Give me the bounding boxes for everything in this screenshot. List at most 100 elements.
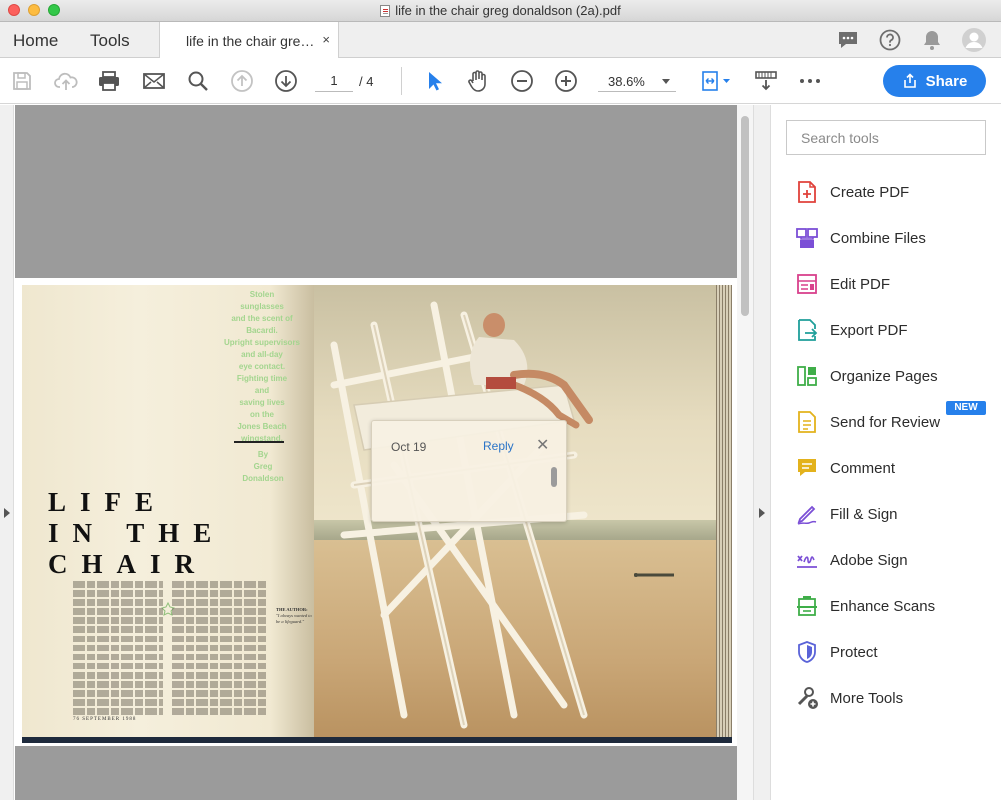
comment-bubble-icon[interactable] bbox=[835, 27, 861, 53]
hand-tool-icon[interactable] bbox=[465, 68, 491, 94]
search-icon[interactable] bbox=[185, 68, 211, 94]
left-panel-toggle[interactable] bbox=[0, 105, 14, 800]
share-button-label: Share bbox=[925, 72, 968, 90]
close-icon[interactable]: ✕ bbox=[536, 435, 549, 455]
tool-label: Organize Pages bbox=[830, 367, 938, 385]
author-note: THE AUTHOR: "I always wanted to be a life… bbox=[276, 607, 312, 624]
cloud-upload-icon[interactable] bbox=[53, 68, 79, 94]
page-number-input[interactable] bbox=[315, 70, 353, 92]
tool-more-tools[interactable]: More Tools bbox=[794, 683, 994, 713]
edit-pdf-icon bbox=[794, 271, 820, 297]
article-title: LIFE IN THE CHAIR bbox=[48, 487, 226, 579]
previous-page-icon[interactable] bbox=[229, 68, 255, 94]
nav-tools[interactable]: Tools bbox=[90, 31, 130, 51]
chevron-right-icon bbox=[759, 508, 765, 518]
help-icon[interactable] bbox=[877, 27, 903, 53]
tool-create-pdf[interactable]: Create PDF bbox=[794, 177, 994, 207]
tool-label: Export PDF bbox=[830, 321, 908, 339]
window-controls bbox=[8, 4, 60, 16]
zoom-level-value: 38.6% bbox=[608, 74, 645, 89]
zoom-level-dropdown[interactable]: 38.6% bbox=[598, 70, 676, 92]
window-titlebar: life in the chair greg donaldson (2a).pd… bbox=[0, 0, 1001, 22]
article-column-2 bbox=[172, 581, 268, 717]
next-page-icon[interactable] bbox=[273, 68, 299, 94]
tool-combine-files[interactable]: Combine Files bbox=[794, 223, 994, 253]
select-pointer-icon[interactable] bbox=[421, 68, 447, 94]
share-button[interactable]: Share bbox=[883, 65, 986, 97]
chevron-down-icon bbox=[662, 79, 670, 84]
combine-files-icon bbox=[794, 225, 820, 251]
fill-sign-icon bbox=[794, 501, 820, 527]
zoom-in-icon[interactable] bbox=[553, 68, 579, 94]
close-tab-icon[interactable]: × bbox=[322, 32, 330, 47]
scrollbar-thumb[interactable] bbox=[741, 116, 749, 316]
page-folio: 76 SEPTEMBER 1988 bbox=[73, 717, 137, 722]
right-panel-toggle[interactable] bbox=[753, 105, 771, 800]
zoom-window-button[interactable] bbox=[48, 4, 60, 16]
tool-label: Edit PDF bbox=[830, 275, 891, 293]
tool-label: Combine Files bbox=[830, 229, 926, 247]
create-pdf-icon bbox=[794, 179, 820, 205]
tool-label: Fill & Sign bbox=[830, 505, 898, 523]
magazine-left-page: Stolen sunglasses and the scent of Bacar… bbox=[22, 285, 314, 743]
tool-label: More Tools bbox=[830, 689, 904, 707]
organize-pages-icon bbox=[794, 363, 820, 389]
tab-bar: Home Tools life in the chair gre… × bbox=[0, 22, 1001, 58]
tool-label: Adobe Sign bbox=[830, 551, 908, 569]
tool-label: Send for Review bbox=[830, 413, 941, 431]
tool-protect[interactable]: Protect bbox=[794, 637, 994, 667]
page-total: / 4 bbox=[359, 74, 374, 89]
comment-popup[interactable]: Oct 19 Reply ✕ bbox=[371, 420, 567, 522]
tool-organize-pages[interactable]: Organize Pages bbox=[794, 361, 994, 391]
more-tools-icon bbox=[794, 685, 820, 711]
article-column-1 bbox=[73, 581, 163, 717]
page-gutter-bottom bbox=[15, 746, 737, 800]
email-icon[interactable] bbox=[141, 68, 167, 94]
window-title: life in the chair greg donaldson (2a).pd… bbox=[395, 3, 621, 18]
send-review-icon bbox=[794, 409, 820, 435]
tab-document[interactable]: life in the chair gre… × bbox=[159, 22, 339, 58]
share-icon bbox=[903, 73, 916, 88]
tool-export-pdf[interactable]: Export PDF bbox=[794, 315, 994, 345]
comment-scrollbar[interactable] bbox=[551, 467, 557, 487]
pdf-file-icon bbox=[380, 4, 391, 17]
toolbar-divider bbox=[401, 67, 402, 95]
tool-enhance-scans[interactable]: Enhance Scans bbox=[794, 591, 994, 621]
tool-comment[interactable]: Comment bbox=[794, 453, 994, 483]
tool-fill-sign[interactable]: Fill & Sign bbox=[794, 499, 994, 529]
pull-quote: Stolen sunglasses and the scent of Bacar… bbox=[223, 290, 300, 443]
nav-home[interactable]: Home bbox=[13, 31, 58, 51]
minimize-window-button[interactable] bbox=[28, 4, 40, 16]
tool-label: Protect bbox=[830, 643, 878, 661]
tool-adobe-sign[interactable]: Adobe Sign bbox=[794, 545, 994, 575]
scroll-mode-icon[interactable] bbox=[753, 68, 779, 94]
adobe-sign-icon bbox=[794, 547, 820, 573]
article-byline: By Greg Donaldson bbox=[242, 450, 284, 483]
notifications-bell-icon[interactable] bbox=[919, 27, 945, 53]
tool-label: Create PDF bbox=[830, 183, 910, 201]
pull-quote-rule bbox=[234, 441, 284, 443]
main-toolbar: / 4 38.6% Share bbox=[0, 58, 1001, 104]
search-tools-input[interactable] bbox=[786, 120, 986, 155]
tab-document-label: life in the chair gre… bbox=[186, 33, 315, 49]
page-gutter-top bbox=[15, 105, 737, 278]
new-badge: NEW bbox=[946, 401, 986, 415]
print-icon[interactable] bbox=[96, 68, 122, 94]
close-window-button[interactable] bbox=[8, 4, 20, 16]
chevron-right-icon bbox=[4, 508, 10, 518]
account-avatar-icon[interactable] bbox=[961, 27, 987, 53]
fit-page-icon[interactable] bbox=[699, 68, 733, 94]
tool-label: Enhance Scans bbox=[830, 597, 936, 615]
more-options-icon[interactable] bbox=[797, 68, 823, 94]
tools-panel: Create PDF Combine Files Edit PDF Export… bbox=[771, 105, 1001, 800]
export-pdf-icon bbox=[794, 317, 820, 343]
comment-reply-link[interactable]: Reply bbox=[483, 439, 514, 453]
tool-edit-pdf[interactable]: Edit PDF bbox=[794, 269, 994, 299]
zoom-out-icon[interactable] bbox=[509, 68, 535, 94]
tool-label: Comment bbox=[830, 459, 896, 477]
document-scrollbar[interactable] bbox=[737, 105, 753, 800]
enhance-scans-icon bbox=[794, 593, 820, 619]
comment-icon bbox=[794, 455, 820, 481]
comment-date: Oct 19 bbox=[391, 440, 427, 454]
save-icon[interactable] bbox=[9, 68, 35, 94]
